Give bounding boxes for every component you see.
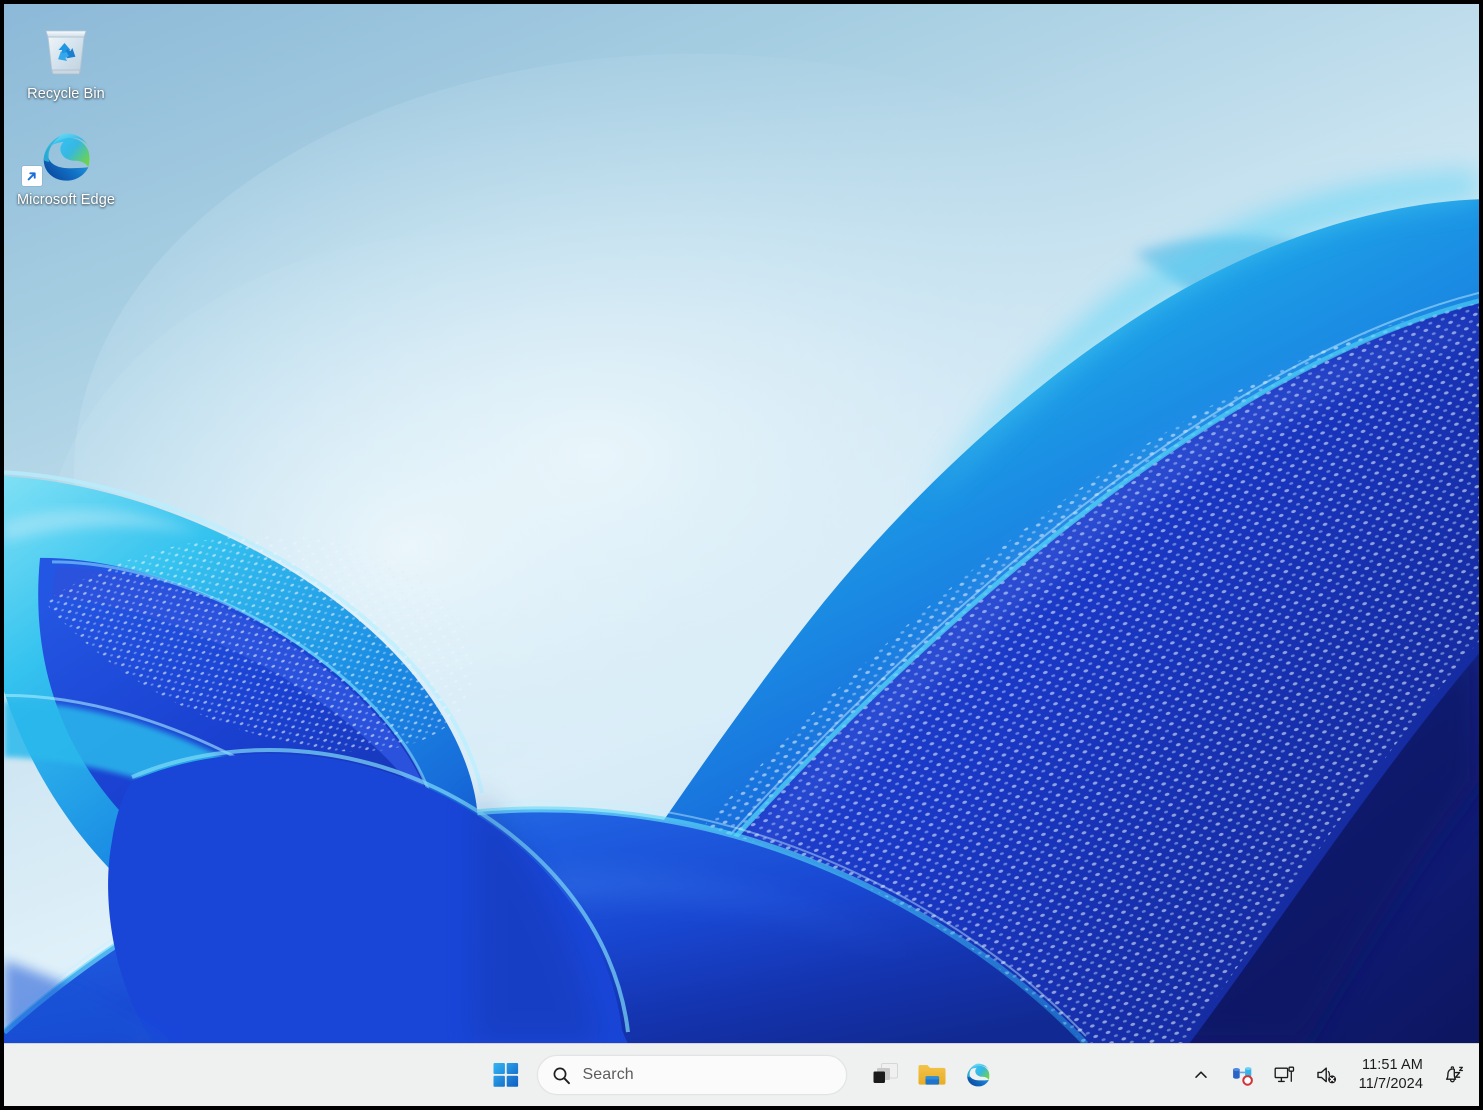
system-tray: 11:51 AM 11/7/2024: [1181, 1044, 1473, 1106]
desktop-screen: Recycle Bin: [0, 0, 1483, 1110]
tray-notifications-button[interactable]: [1433, 1053, 1473, 1097]
windows-logo-icon: [493, 1062, 519, 1088]
bell-dnd-icon: [1442, 1064, 1464, 1086]
tray-sync-status-button[interactable]: [1223, 1053, 1263, 1097]
desktop-icon-label: Microsoft Edge: [14, 192, 118, 208]
task-view-icon: [872, 1062, 900, 1088]
clock-date: 11/7/2024: [1359, 1075, 1423, 1094]
folder-icon: [917, 1062, 947, 1088]
shortcut-arrow-icon: [22, 166, 42, 186]
taskbar-task-view-button[interactable]: [863, 1052, 909, 1098]
wallpaper-bloom: [4, 4, 1479, 1044]
desktop-surface[interactable]: Recycle Bin: [4, 4, 1479, 1044]
taskbar: Search: [4, 1043, 1479, 1106]
clock-time: 11:51 AM: [1362, 1056, 1423, 1075]
search-input[interactable]: Search: [537, 1055, 847, 1095]
tray-overflow-button[interactable]: [1181, 1053, 1221, 1097]
taskbar-microsoft-edge-button[interactable]: [955, 1052, 1001, 1098]
tray-volume-button[interactable]: [1307, 1053, 1347, 1097]
desktop-icon-recycle-bin[interactable]: Recycle Bin: [12, 14, 120, 106]
edge-icon: [964, 1061, 992, 1089]
desktop-icon-list: Recycle Bin: [12, 14, 124, 226]
chevron-up-icon: [1193, 1067, 1209, 1083]
speaker-muted-icon: [1316, 1065, 1338, 1085]
search-icon: [552, 1066, 571, 1085]
desktop-icon-label: Recycle Bin: [14, 86, 118, 102]
edge-icon: [14, 126, 118, 188]
tray-network-button[interactable]: [1265, 1053, 1305, 1097]
taskbar-file-explorer-button[interactable]: [909, 1052, 955, 1098]
network-ethernet-icon: [1274, 1065, 1296, 1085]
search-placeholder: Search: [583, 1066, 634, 1084]
database-sync-error-icon: [1231, 1064, 1255, 1086]
desktop-icon-microsoft-edge[interactable]: Microsoft Edge: [12, 120, 120, 212]
start-button[interactable]: [483, 1052, 529, 1098]
taskbar-clock[interactable]: 11:51 AM 11/7/2024: [1349, 1053, 1431, 1097]
recycle-bin-icon: [14, 20, 118, 82]
